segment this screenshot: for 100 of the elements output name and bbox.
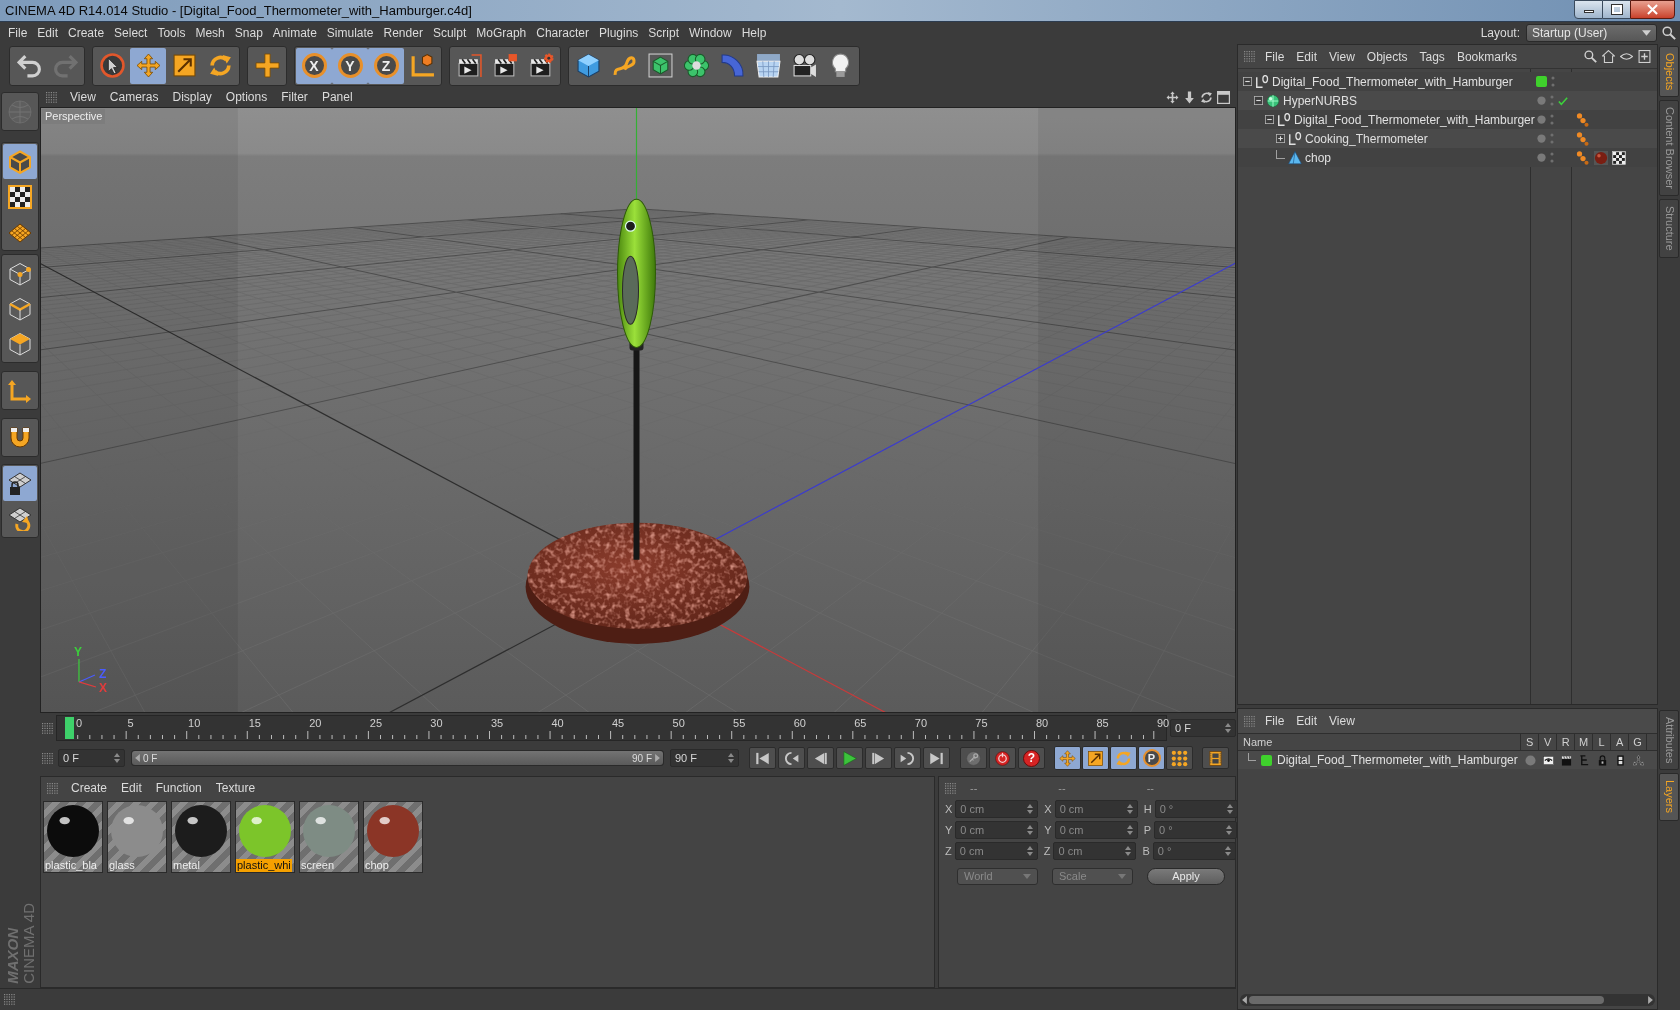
go-to-end-button[interactable] — [923, 747, 950, 769]
timeline-button[interactable] — [1202, 747, 1229, 769]
viewport-menu-item[interactable]: Filter — [274, 88, 315, 106]
viewport-menu-item[interactable]: Options — [218, 88, 275, 106]
side-tab[interactable]: Content Browser — [1659, 100, 1679, 197]
object-menu-item[interactable]: Tags — [1413, 47, 1451, 66]
layer-menu-item[interactable]: File — [1259, 712, 1291, 730]
material-thumbnail[interactable]: screen — [299, 801, 359, 873]
layer-color-swatch[interactable] — [1261, 754, 1272, 766]
side-tab[interactable]: Structure — [1659, 199, 1679, 258]
menu-item[interactable]: Tools — [152, 22, 191, 44]
layer-color-swatch[interactable] — [1536, 76, 1547, 87]
current-frame-field[interactable]: 0 F — [1170, 719, 1236, 737]
position-field[interactable]: 0 cm — [955, 821, 1039, 839]
layer-menu-item[interactable]: View — [1323, 712, 1361, 730]
menu-item[interactable]: Select — [109, 22, 153, 44]
menu-item[interactable]: Script — [643, 22, 684, 44]
record-button[interactable] — [989, 747, 1016, 769]
material-menu-item[interactable]: Function — [148, 779, 209, 797]
menu-item[interactable]: Create — [63, 22, 110, 44]
rotation-field[interactable]: 0 ° — [1154, 821, 1238, 839]
previous-key-button[interactable] — [778, 747, 805, 769]
position-field[interactable]: 0 cm — [954, 842, 1038, 860]
object-row[interactable]: Cooking_Thermometer — [1238, 129, 1657, 148]
material-thumbnail[interactable]: plastic_whi — [235, 801, 295, 873]
move-tool-button[interactable] — [130, 47, 166, 84]
padlock-icon — [1596, 754, 1608, 766]
viewport-menu-item[interactable]: View — [63, 88, 103, 106]
menu-item[interactable]: Render — [378, 22, 428, 44]
material-thumbnail[interactable]: glass — [107, 801, 167, 873]
frame-tick-label: 60 — [793, 717, 806, 729]
locked-workplane-button[interactable] — [3, 466, 37, 501]
object-menu-item[interactable]: Bookmarks — [1450, 47, 1523, 66]
viewport-menu-item[interactable]: Cameras — [102, 88, 166, 106]
menu-item[interactable]: Plugins — [593, 22, 644, 44]
menu-item[interactable]: Sculpt — [427, 22, 472, 44]
menu-item[interactable]: Simulate — [321, 22, 379, 44]
horizontal-scrollbar[interactable] — [1240, 994, 1655, 1006]
rotation-key-button[interactable] — [1110, 746, 1137, 770]
menu-item[interactable]: Snap — [229, 22, 268, 44]
start-frame-field[interactable]: 0 F — [58, 749, 125, 767]
apply-button[interactable]: Apply — [1147, 868, 1225, 885]
object-menu-item[interactable]: Edit — [1290, 47, 1324, 66]
go-to-start-button[interactable] — [749, 747, 776, 769]
material-menu-item[interactable]: Texture — [208, 779, 263, 797]
viewport-menu-item[interactable]: Display — [165, 88, 219, 106]
layer-menu-item[interactable]: Edit — [1290, 712, 1324, 730]
axis-lock-button[interactable]: X — [296, 47, 332, 84]
menu-item[interactable]: Window — [684, 22, 737, 44]
scale-key-button[interactable] — [1082, 746, 1109, 770]
layout-dropdown[interactable]: Startup (User) — [1526, 24, 1657, 42]
menu-item[interactable]: Animate — [267, 22, 322, 44]
size-field[interactable]: 0 cm — [1054, 800, 1138, 818]
object-menu-item[interactable]: Objects — [1360, 47, 1414, 66]
parameter-key-button[interactable]: P — [1138, 746, 1165, 770]
maximize-button[interactable] — [1603, 0, 1630, 19]
record-keys-button[interactable] — [960, 747, 987, 769]
current-frame-marker[interactable] — [65, 717, 74, 739]
side-tab[interactable]: Attributes — [1659, 710, 1679, 771]
layer-row[interactable]: Digital_Food_Thermometer_with_Hamburger — [1238, 751, 1657, 769]
menu-item[interactable]: Edit — [32, 22, 64, 44]
material-thumbnail[interactable]: metal — [171, 801, 231, 873]
menu-item[interactable]: File — [3, 22, 33, 44]
menu-item[interactable]: Mesh — [190, 22, 230, 44]
close-button[interactable] — [1630, 0, 1675, 19]
side-tab[interactable]: Objects — [1659, 46, 1679, 98]
step-back-button[interactable] — [807, 747, 834, 769]
point-level-button[interactable] — [1166, 746, 1193, 770]
rotation-field[interactable]: 0 ° — [1154, 800, 1238, 818]
side-tab[interactable]: Layers — [1659, 773, 1679, 821]
end-frame-field[interactable]: 90 F — [670, 749, 739, 767]
menu-item[interactable]: Character — [531, 22, 594, 44]
menu-item[interactable]: MoGraph — [471, 22, 532, 44]
size-field[interactable]: 0 cm — [1054, 821, 1138, 839]
step-forward-button[interactable] — [865, 747, 892, 769]
model-mode-button[interactable] — [3, 144, 37, 179]
position-key-button[interactable] — [1054, 746, 1081, 770]
frame-range-slider[interactable]: 0 F 90 F — [131, 750, 664, 766]
minimize-button[interactable] — [1574, 0, 1603, 19]
autokey-button[interactable]: ? — [1018, 747, 1045, 769]
object-row[interactable]: HyperNURBS — [1238, 91, 1657, 110]
menu-item[interactable]: Help — [736, 22, 772, 44]
timeline-ruler[interactable]: 0 5 10 15 20 25 30 35 40 45 50 55 60 65 70 75 80 85 90 — [56, 715, 1167, 741]
object-menu-item[interactable]: View — [1323, 47, 1361, 66]
object-menu-item[interactable]: File — [1259, 47, 1291, 66]
scroll-thumb[interactable] — [1249, 996, 1604, 1004]
position-field[interactable]: 0 cm — [955, 800, 1039, 818]
axis-lock-button[interactable]: Z — [368, 47, 404, 84]
material-menu-item[interactable]: Edit — [114, 779, 149, 797]
next-key-button[interactable] — [894, 747, 921, 769]
size-field[interactable]: 0 cm — [1053, 842, 1137, 860]
phong-dots-icon — [1576, 150, 1590, 165]
material-menu-item[interactable]: Create — [64, 779, 115, 797]
viewport-menu-item[interactable]: Panel — [314, 88, 360, 106]
redo-arrow-icon — [52, 53, 78, 78]
material-thumbnail[interactable]: plastic_bla — [43, 801, 103, 873]
rotation-field[interactable]: 0 ° — [1152, 842, 1236, 860]
new-panel-icon — [1638, 50, 1651, 63]
play-button[interactable] — [836, 747, 863, 769]
axis-lock-button[interactable]: Y — [332, 47, 368, 84]
